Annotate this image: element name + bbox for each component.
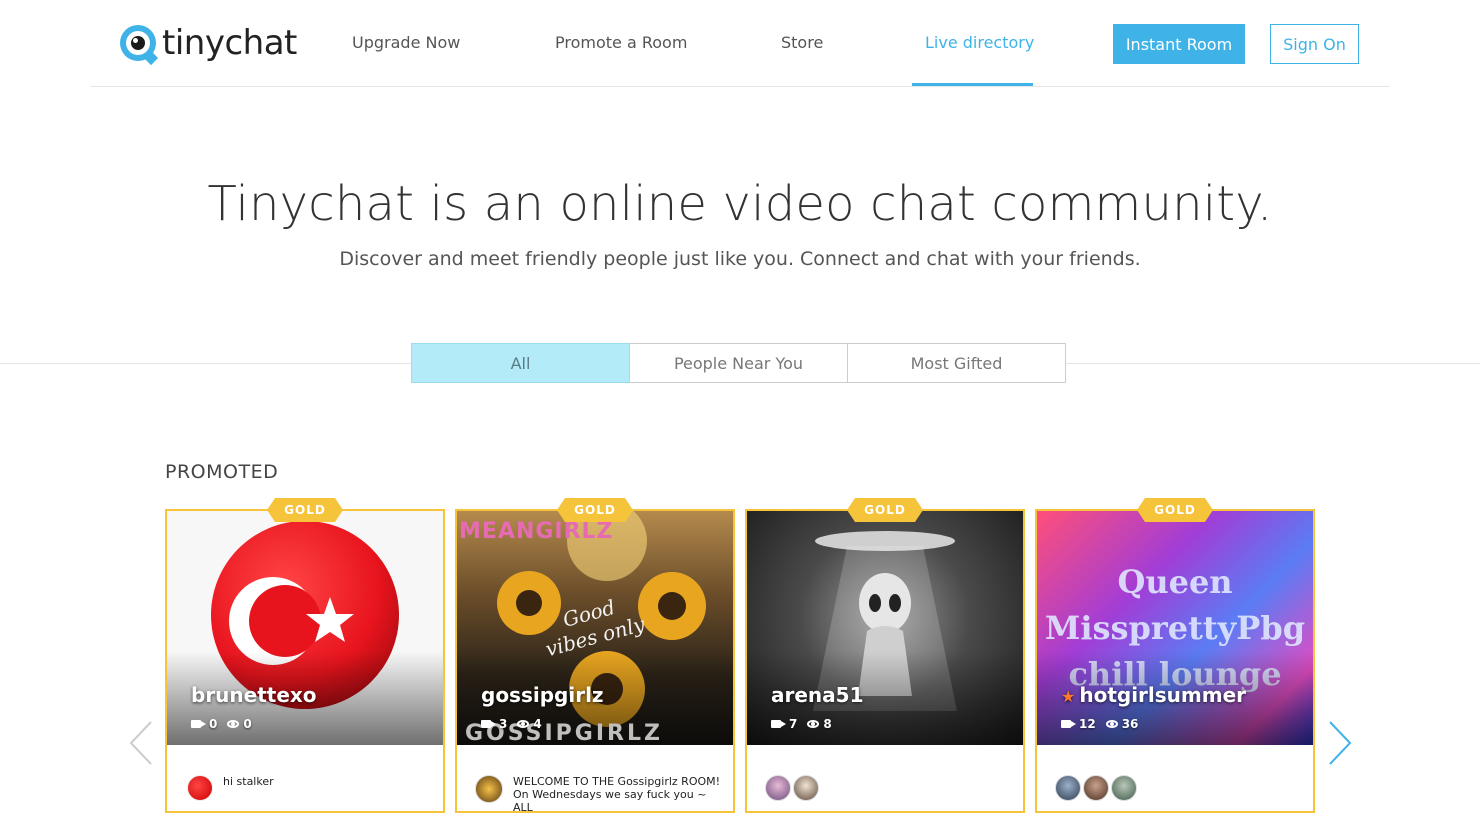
room-thumbnail[interactable]: arena51 7 8 bbox=[747, 511, 1023, 745]
viewer-count: 8 bbox=[823, 717, 832, 731]
active-nav-indicator bbox=[912, 83, 1033, 86]
room-thumbnail[interactable]: MEANGIRLZ Good vibes only GOSSIPGIRLZ go… bbox=[457, 511, 733, 745]
gold-badge: GOLD bbox=[1137, 498, 1213, 522]
sign-on-button[interactable]: Sign On bbox=[1270, 24, 1359, 64]
gold-badge: GOLD bbox=[267, 498, 343, 522]
image-caption-top: MEANGIRLZ bbox=[459, 519, 614, 544]
cam-count: 0 bbox=[209, 717, 218, 731]
tab-most-gifted[interactable]: Most Gifted bbox=[847, 343, 1066, 383]
room-description: hi stalker bbox=[223, 775, 274, 788]
hero-subtitle: Discover and meet friendly people just l… bbox=[339, 248, 1141, 270]
avatar[interactable] bbox=[793, 775, 819, 801]
room-name: arena51 bbox=[771, 683, 864, 707]
tinychat-logo[interactable]: tinychat bbox=[120, 23, 297, 66]
room-card-brunettexo[interactable]: brunettexo 0 0 hi stalker bbox=[165, 509, 445, 813]
room-avatars bbox=[1055, 775, 1137, 801]
eye-icon bbox=[517, 720, 530, 728]
carousel-next-icon[interactable] bbox=[1327, 720, 1353, 766]
room-avatars bbox=[765, 775, 819, 801]
cam-count: 3 bbox=[499, 717, 508, 731]
room-card-hotgirlsummer[interactable]: Queen MissprettyPbg chill lounge ★hotgir… bbox=[1035, 509, 1315, 813]
room-thumbnail[interactable]: brunettexo 0 0 bbox=[167, 511, 443, 745]
room-stats: 0 0 bbox=[191, 717, 252, 731]
room-name: gossipgirlz bbox=[481, 683, 604, 707]
carousel-prev-icon[interactable] bbox=[128, 720, 154, 766]
nav-store[interactable]: Store bbox=[781, 33, 823, 52]
viewer-count: 36 bbox=[1121, 717, 1139, 731]
viewer-count: 4 bbox=[533, 717, 542, 731]
camera-icon bbox=[191, 720, 206, 728]
tinychat-eye-icon bbox=[120, 25, 159, 66]
directory-tabs: All People Near You Most Gifted bbox=[411, 343, 1066, 383]
gold-badge: GOLD bbox=[847, 498, 923, 522]
avatar[interactable] bbox=[187, 775, 213, 801]
cam-count: 12 bbox=[1079, 717, 1096, 731]
room-stats: 12 36 bbox=[1061, 717, 1138, 731]
camera-icon bbox=[771, 720, 786, 728]
nav-promote-a-room[interactable]: Promote a Room bbox=[555, 33, 687, 52]
site-header: tinychat Upgrade Now Promote a Room Stor… bbox=[90, 0, 1390, 87]
promoted-heading: PROMOTED bbox=[165, 461, 279, 483]
cam-count: 7 bbox=[789, 717, 798, 731]
viewer-count: 0 bbox=[243, 717, 252, 731]
room-name: brunettexo bbox=[191, 683, 317, 707]
hero-title: Tinychat is an online video chat communi… bbox=[207, 176, 1273, 232]
gold-badge: GOLD bbox=[557, 498, 633, 522]
avatar[interactable] bbox=[1111, 775, 1137, 801]
instant-room-button[interactable]: Instant Room bbox=[1113, 24, 1245, 64]
tab-all[interactable]: All bbox=[411, 343, 630, 383]
room-card-gossipgirlz[interactable]: MEANGIRLZ Good vibes only GOSSIPGIRLZ go… bbox=[455, 509, 735, 813]
avatar[interactable] bbox=[1055, 775, 1081, 801]
room-thumbnail[interactable]: Queen MissprettyPbg chill lounge ★hotgir… bbox=[1037, 511, 1313, 745]
room-name: hotgirlsummer bbox=[1079, 683, 1247, 707]
nav-live-directory[interactable]: Live directory bbox=[925, 33, 1034, 52]
nav-upgrade-now[interactable]: Upgrade Now bbox=[352, 33, 460, 52]
room-description: WELCOME TO THE Gossipgirlz ROOM! On Wedn… bbox=[513, 775, 721, 813]
room-name-row: ★ hotgirlsummer bbox=[1061, 683, 1246, 707]
eye-icon bbox=[807, 720, 820, 728]
star-icon: ★ bbox=[1061, 687, 1076, 706]
avatar[interactable] bbox=[765, 775, 791, 801]
avatar[interactable] bbox=[1083, 775, 1109, 801]
room-stats: 7 8 bbox=[771, 717, 832, 731]
eye-icon bbox=[227, 720, 240, 728]
camera-icon bbox=[481, 720, 496, 728]
logo-text: tinychat bbox=[162, 23, 297, 63]
room-stats: 3 4 bbox=[481, 717, 542, 731]
avatar[interactable] bbox=[475, 775, 503, 803]
room-card-arena51[interactable]: arena51 7 8 bbox=[745, 509, 1025, 813]
eye-icon bbox=[1105, 720, 1118, 728]
camera-icon bbox=[1061, 720, 1076, 728]
tab-people-near-you[interactable]: People Near You bbox=[629, 343, 848, 383]
